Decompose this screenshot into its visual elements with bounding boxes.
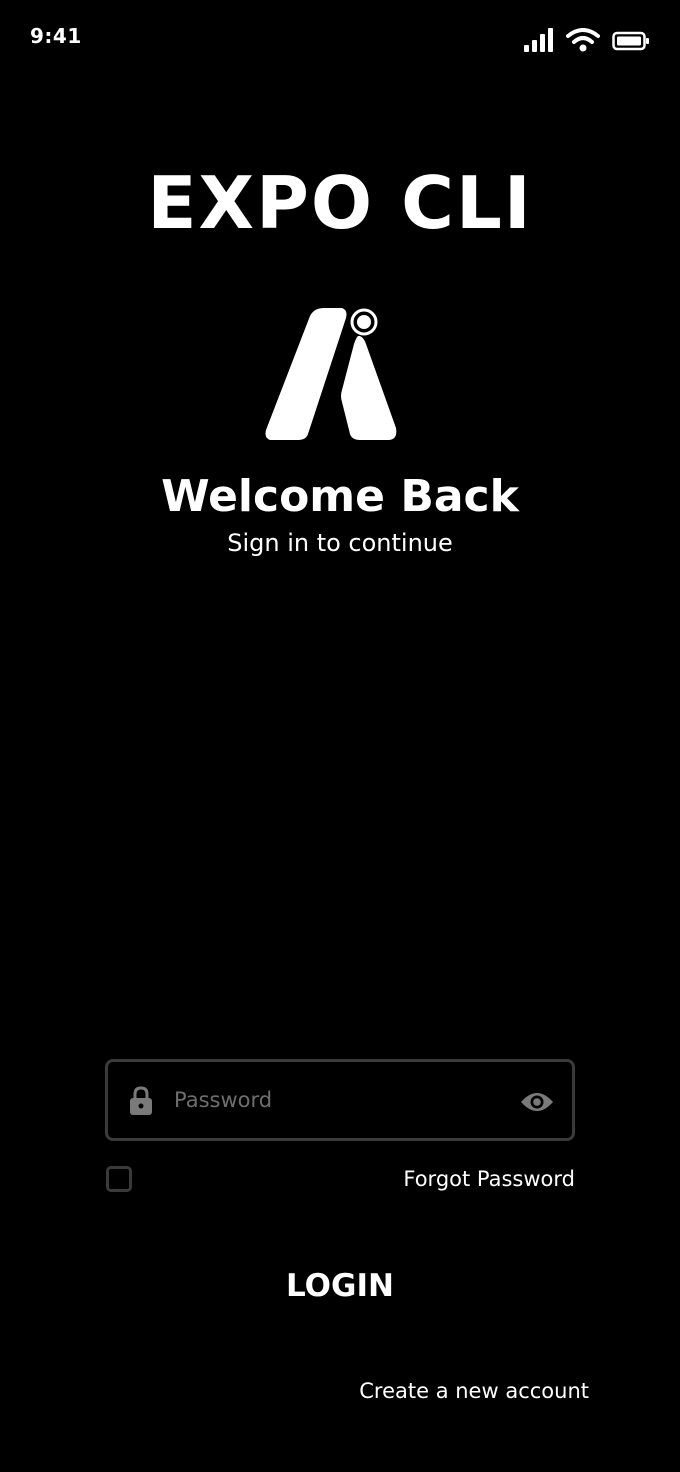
app-title: EXPO CLI bbox=[147, 161, 533, 245]
remember-checkbox[interactable] bbox=[106, 1166, 132, 1192]
login-button[interactable]: LOGIN bbox=[105, 1256, 575, 1316]
wifi-icon bbox=[566, 28, 600, 52]
eye-icon[interactable] bbox=[520, 1090, 554, 1114]
status-icons bbox=[524, 26, 650, 52]
password-input[interactable] bbox=[174, 1078, 504, 1122]
welcome-title: Welcome Back bbox=[161, 471, 519, 522]
create-account-link[interactable]: Create a new account bbox=[359, 1376, 589, 1406]
battery-icon bbox=[612, 31, 649, 51]
app-logo bbox=[265, 308, 397, 440]
forgot-password-link[interactable]: Forgot Password bbox=[403, 1164, 575, 1194]
lock-icon bbox=[130, 1086, 152, 1115]
cellular-signal-icon bbox=[524, 28, 553, 52]
password-field[interactable] bbox=[105, 1059, 575, 1141]
status-time: 9:41 bbox=[30, 24, 82, 48]
status-bar: 9:41 bbox=[0, 0, 680, 76]
welcome-subtitle: Sign in to continue bbox=[227, 529, 453, 557]
